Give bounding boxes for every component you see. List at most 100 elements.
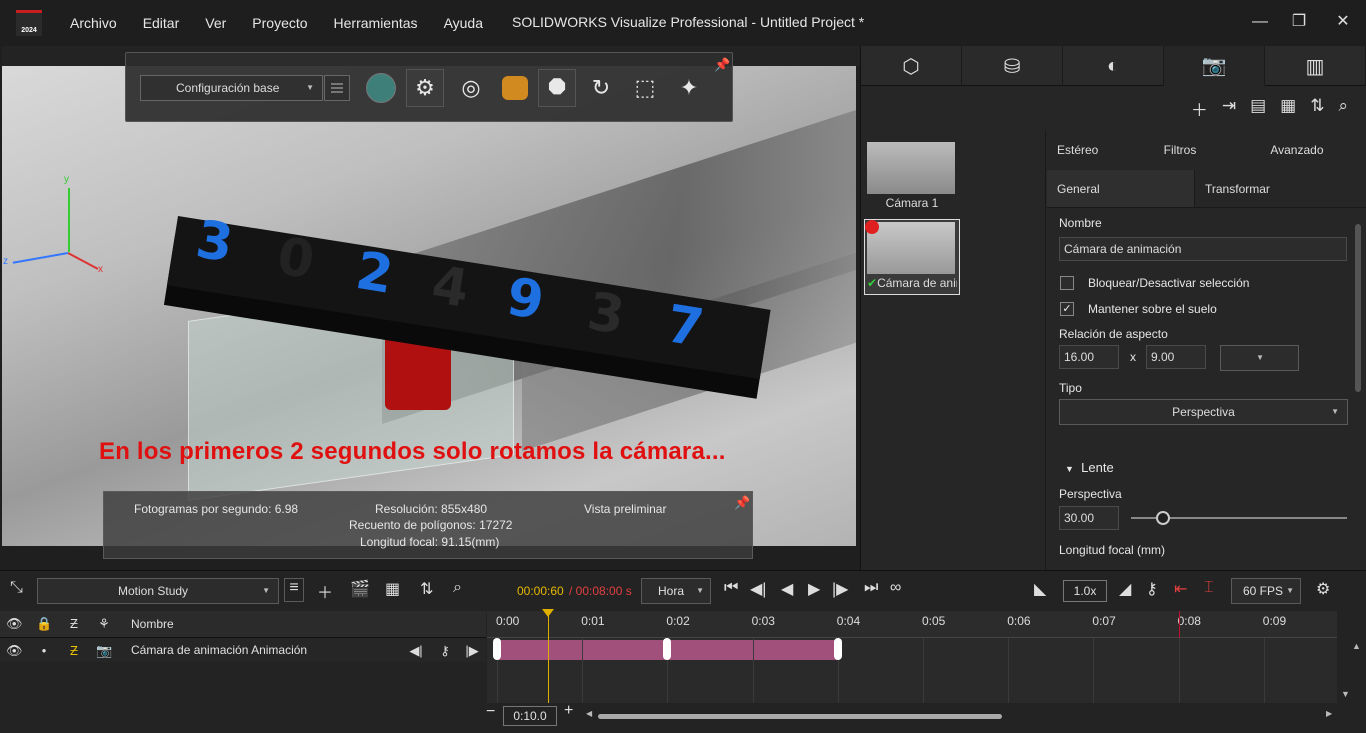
ease-in-icon[interactable]: ◣ xyxy=(1034,579,1046,599)
tab-estereo[interactable]: Estéreo xyxy=(1047,143,1154,157)
rotate-icon[interactable]: ↻ xyxy=(582,69,620,107)
add-icon[interactable]: ＋ xyxy=(1191,96,1208,121)
sort-icon[interactable]: ⇅ xyxy=(1310,96,1324,121)
visibility-icon[interactable]: 👁 xyxy=(6,616,23,632)
search-icon[interactable]: ⌕ xyxy=(1338,96,1348,121)
tab-libraries[interactable]: ▥ xyxy=(1265,46,1366,86)
turntable-icon[interactable]: ◎ xyxy=(452,69,490,107)
object-type-icon[interactable]: ⚘ xyxy=(96,616,112,632)
lock-icon[interactable]: 🔒 xyxy=(36,616,52,632)
time-ruler[interactable]: 0:00 0:01 0:02 0:03 0:04 0:05 0:06 0:07 0:08 0:09 xyxy=(487,611,1337,638)
grid-view-icon[interactable]: ▦ xyxy=(1280,96,1296,121)
key-icon[interactable]: ⚷ xyxy=(1146,579,1158,599)
skip-start-icon[interactable]: ⏮ xyxy=(724,579,738,597)
export-icon[interactable]: ⇥ xyxy=(1222,96,1236,121)
render-viewport[interactable]: y x z 3 0 2 4 9 3 7 En los primeros 2 se… xyxy=(2,66,856,546)
search-icon[interactable]: ⌕ xyxy=(453,579,462,597)
add-icon[interactable]: ＋ xyxy=(317,579,333,603)
clapper-icon[interactable]: 🎬 xyxy=(350,579,370,599)
jump-marker-icon[interactable]: ⇤ xyxy=(1174,579,1187,599)
tab-scenes[interactable]: ◐ xyxy=(1063,46,1164,86)
skip-end-icon[interactable]: ⏭ xyxy=(864,579,878,597)
tab-filtros[interactable]: Filtros xyxy=(1154,143,1261,157)
end-marker-icon[interactable]: ⌶ xyxy=(1204,579,1214,597)
menu-editar[interactable]: Editar xyxy=(143,15,180,31)
tab-appearances[interactable]: ⛁ xyxy=(962,46,1063,86)
scroll-down-icon[interactable]: ▼ xyxy=(1341,689,1350,699)
loop-icon[interactable]: ∞ xyxy=(890,579,901,597)
list-icon[interactable]: ≡ xyxy=(284,578,304,602)
timeline-area[interactable]: 0:00 0:01 0:02 0:03 0:04 0:05 0:06 0:07 0:08 0:09 xyxy=(487,609,1337,703)
sort-icon[interactable]: ⇅ xyxy=(420,579,433,599)
tab-cameras[interactable]: 📷 xyxy=(1164,46,1265,86)
playhead-handle[interactable] xyxy=(542,609,555,617)
table-row[interactable]: 👁 • Ƶ 📷 Cámara de animación Animación ◀|… xyxy=(0,638,486,662)
lock-checkbox[interactable] xyxy=(1060,276,1074,290)
keyframe[interactable] xyxy=(493,638,501,660)
tab-models[interactable]: ⬡ xyxy=(861,46,962,86)
tab-transformar[interactable]: Transformar xyxy=(1195,170,1343,207)
aspect-preset-select[interactable]: ▼ xyxy=(1220,345,1299,371)
scroll-left-icon[interactable]: ◀ xyxy=(586,709,592,718)
pin-icon[interactable]: 📌 xyxy=(734,495,750,511)
material-select-icon[interactable] xyxy=(496,69,534,107)
restore-icon[interactable]: ❐ xyxy=(1289,12,1309,32)
playback-speed[interactable]: 1.0x xyxy=(1063,580,1107,602)
visibility-icon[interactable]: 👁 xyxy=(6,643,23,659)
type-select[interactable]: Perspectiva ▼ xyxy=(1059,399,1348,425)
aspect-width-field[interactable]: 16.00 xyxy=(1059,345,1119,369)
ease-out-icon[interactable]: ◢ xyxy=(1119,579,1131,599)
lens-section-toggle[interactable]: ▼ Lente xyxy=(1065,460,1114,475)
fps-select[interactable]: 60 FPS ▼ xyxy=(1231,578,1301,604)
configuration-list-button[interactable] xyxy=(324,75,350,101)
camera-thumb-1[interactable]: Cámara 1 xyxy=(867,142,957,210)
tab-avanzado[interactable]: Avanzado xyxy=(1260,143,1366,157)
properties-scrollbar[interactable] xyxy=(1355,224,1361,392)
menu-proyecto[interactable]: Proyecto xyxy=(252,15,307,31)
step-back-icon[interactable]: ◀ xyxy=(781,579,793,599)
playhead[interactable] xyxy=(542,609,555,703)
grid-icon[interactable]: ▦ xyxy=(385,579,400,599)
close-icon[interactable]: ✕ xyxy=(1333,12,1353,32)
scroll-right-icon[interactable]: ▶ xyxy=(1326,709,1332,718)
camera-magic-icon[interactable]: ✦ xyxy=(670,69,708,107)
play-icon[interactable]: ▶ xyxy=(808,579,820,599)
settings-icon[interactable]: ⚙ xyxy=(1316,579,1330,599)
scale-box-icon[interactable]: ⬚ xyxy=(626,69,664,107)
time-unit-select[interactable]: Hora ▼ xyxy=(641,578,711,604)
timeline-hscroll[interactable] xyxy=(598,714,1002,719)
environment-sphere-icon[interactable] xyxy=(362,69,400,107)
prev-key-icon[interactable]: ◀| xyxy=(408,643,424,659)
collapse-icon[interactable]: ⤡ xyxy=(10,579,23,597)
pin-icon[interactable]: 📌 xyxy=(714,57,730,73)
path-icon[interactable]: Ƶ xyxy=(66,616,82,631)
layout-icon[interactable]: ▤ xyxy=(1250,96,1266,121)
name-field[interactable]: Cámara de animación xyxy=(1059,237,1347,261)
configuration-select[interactable]: Configuración base ▼ xyxy=(140,75,323,101)
menu-ayuda[interactable]: Ayuda xyxy=(444,15,483,31)
motion-study-select[interactable]: Motion Study ▼ xyxy=(37,578,279,604)
scroll-up-icon[interactable]: ▲ xyxy=(1352,641,1361,651)
keyframe[interactable] xyxy=(663,638,672,660)
camera-thumb-2[interactable]: ✔Cámara de animación xyxy=(864,219,960,295)
next-key-icon[interactable]: |▶ xyxy=(464,643,480,659)
zoom-value[interactable]: 0:10.0 xyxy=(503,706,557,726)
menu-ver[interactable]: Ver xyxy=(205,15,226,31)
aspect-height-field[interactable]: 9.00 xyxy=(1146,345,1206,369)
prev-key-icon[interactable]: ◀| xyxy=(750,579,766,599)
key-icon[interactable]: ⚷ xyxy=(437,643,453,659)
menu-herramientas[interactable]: Herramientas xyxy=(334,15,418,31)
minimize-icon[interactable]: — xyxy=(1250,12,1270,32)
app-logo[interactable]: 2024 xyxy=(16,10,42,36)
keyframe[interactable] xyxy=(833,638,842,660)
perspective-slider-knob[interactable] xyxy=(1156,511,1170,525)
menu-archivo[interactable]: Archivo xyxy=(70,15,117,31)
zoom-out-icon[interactable]: − xyxy=(486,703,495,721)
ai-denoiser-icon[interactable]: ⚙ xyxy=(406,69,444,107)
zoom-in-icon[interactable]: + xyxy=(564,702,573,720)
ground-checkbox[interactable]: ✓ xyxy=(1060,302,1074,316)
tab-general[interactable]: General xyxy=(1047,170,1195,207)
perspective-field[interactable]: 30.00 xyxy=(1059,506,1119,530)
object-tool-icon[interactable]: ⯃ xyxy=(538,69,576,107)
path-icon[interactable]: Ƶ xyxy=(66,643,82,658)
